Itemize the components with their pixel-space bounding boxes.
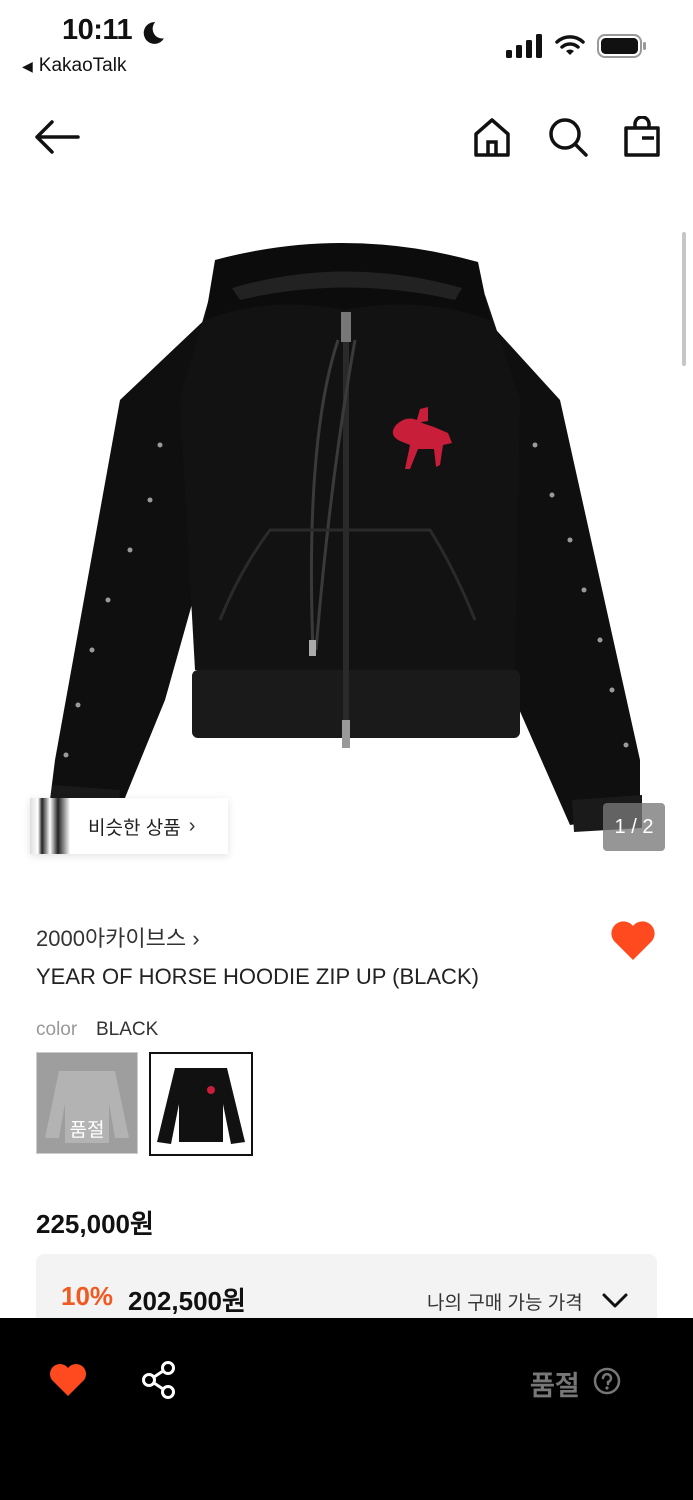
- status-time: 10:11: [62, 14, 133, 46]
- shopping-bag-icon[interactable]: [622, 116, 662, 158]
- share-icon[interactable]: [140, 1360, 178, 1400]
- original-price: 225,000원: [36, 1209, 154, 1239]
- similar-products-button[interactable]: 비슷한 상품 ›: [30, 798, 228, 854]
- help-icon[interactable]: [593, 1367, 621, 1395]
- home-icon[interactable]: [472, 116, 512, 158]
- my-price-label[interactable]: 나의 구매 가능 가격: [427, 1288, 583, 1315]
- soldout-status: 품절: [530, 1371, 580, 1401]
- back-triangle-icon: ◀: [22, 58, 33, 74]
- cellular-signal-icon: [506, 34, 542, 58]
- similar-thumbnail: [30, 798, 70, 854]
- heart-icon[interactable]: [48, 1362, 88, 1398]
- color-swatch-black[interactable]: [149, 1052, 253, 1156]
- brand-link[interactable]: 2000아카이브스 ›: [36, 921, 200, 953]
- color-swatch-gray[interactable]: 품절: [36, 1052, 138, 1154]
- color-value: BLACK: [96, 1019, 159, 1040]
- brand-name: 2000아카이브스: [36, 926, 187, 951]
- color-label: color: [36, 1019, 78, 1040]
- back-to-app-link[interactable]: ◀ KakaoTalk: [22, 55, 126, 77]
- swatch-soldout-label: 품절: [69, 1120, 105, 1141]
- similar-products-label: 비슷한 상품: [88, 817, 181, 839]
- scrollbar[interactable]: [682, 232, 686, 366]
- product-name: YEAR OF HORSE HOODIE ZIP UP (BLACK): [36, 964, 479, 989]
- heart-icon[interactable]: [609, 918, 657, 962]
- chevron-right-icon: ›: [188, 814, 196, 837]
- battery-icon: [597, 34, 646, 58]
- back-arrow-icon[interactable]: [34, 118, 80, 156]
- search-icon[interactable]: [547, 116, 589, 158]
- chevron-down-icon[interactable]: [601, 1289, 629, 1311]
- discount-rate: 10%: [61, 1281, 114, 1311]
- bottom-action-bar: [0, 1318, 693, 1500]
- back-app-label: KakaoTalk: [38, 55, 127, 76]
- image-counter: 1 / 2: [603, 803, 665, 851]
- swatch-black-image: [157, 1068, 245, 1144]
- wifi-icon: [555, 35, 585, 55]
- moon-icon: [143, 22, 164, 44]
- product-image[interactable]: [0, 200, 693, 880]
- discount-price: 202,500원: [128, 1286, 246, 1316]
- chevron-right-icon: ›: [186, 926, 200, 951]
